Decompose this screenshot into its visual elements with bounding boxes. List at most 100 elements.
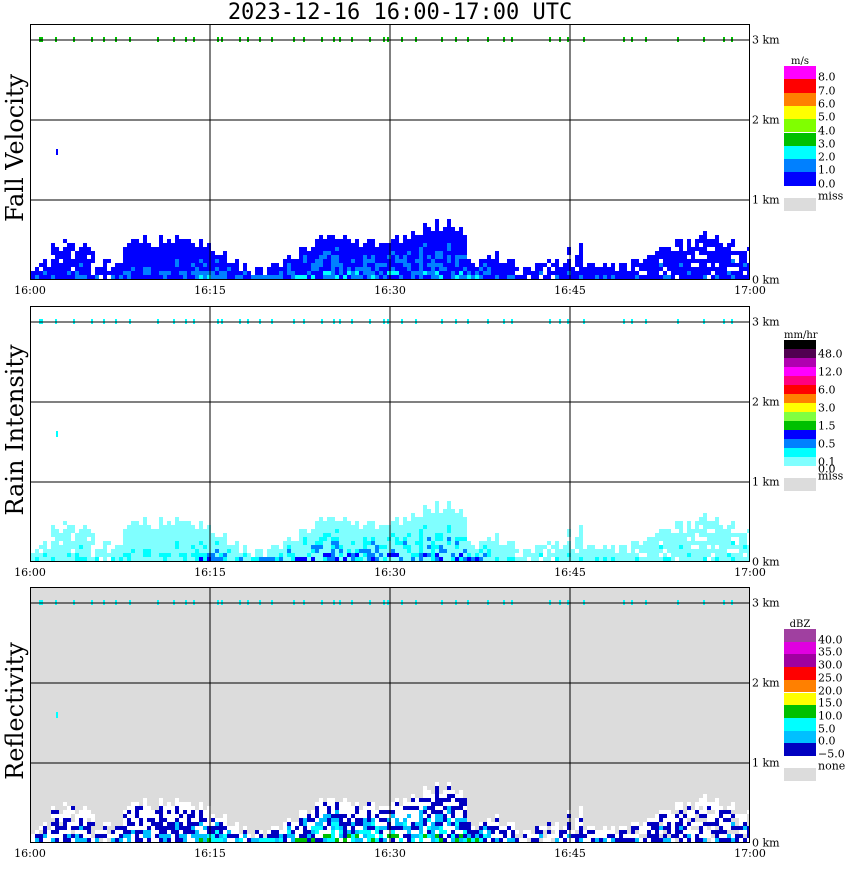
echo-cell bbox=[311, 263, 315, 267]
echo-cell bbox=[67, 541, 71, 545]
echo-cell bbox=[195, 541, 199, 545]
echo-cell bbox=[435, 227, 439, 231]
echo-cell bbox=[363, 275, 367, 279]
echo-cell bbox=[703, 549, 707, 553]
echo-cell bbox=[51, 553, 55, 557]
echo-cell bbox=[151, 255, 155, 259]
echo-cell bbox=[415, 541, 419, 545]
echo-cell bbox=[683, 822, 687, 826]
echo-cell bbox=[431, 529, 435, 533]
echo-cell bbox=[55, 263, 59, 267]
echo-cell bbox=[727, 822, 731, 826]
echo-cell bbox=[391, 549, 395, 553]
echo-cell bbox=[399, 271, 403, 275]
echo-cell bbox=[579, 529, 583, 533]
echo-cell bbox=[171, 259, 175, 263]
echo-cell bbox=[423, 537, 427, 541]
echo-cell bbox=[691, 533, 695, 537]
echo-cell bbox=[435, 247, 439, 251]
echo-cell bbox=[451, 239, 455, 243]
echo-cell bbox=[307, 814, 311, 818]
echo-cell bbox=[167, 802, 171, 806]
echo-cell bbox=[83, 263, 87, 267]
echo-cell bbox=[183, 545, 187, 549]
echo-cell bbox=[147, 806, 151, 810]
echo-cell bbox=[467, 267, 471, 271]
echo-cell bbox=[419, 271, 423, 275]
echo-cell bbox=[155, 818, 159, 822]
echo-cell bbox=[183, 541, 187, 545]
echo-cell bbox=[435, 517, 439, 521]
echo-cell bbox=[91, 533, 95, 537]
echo-cell bbox=[127, 545, 131, 549]
echo-cell bbox=[335, 263, 339, 267]
echo-cell bbox=[635, 557, 639, 561]
echo-cell bbox=[331, 235, 335, 239]
echo-cell bbox=[719, 814, 723, 818]
echo-cell bbox=[699, 263, 703, 267]
echo-cell bbox=[371, 830, 375, 834]
echo-cell bbox=[735, 826, 739, 830]
echo-cell bbox=[431, 255, 435, 259]
echo-cell bbox=[183, 247, 187, 251]
echo-cell bbox=[443, 267, 447, 271]
echo-cell bbox=[395, 239, 399, 243]
echo-cell bbox=[587, 263, 591, 267]
echo-cell bbox=[627, 275, 631, 279]
echo-cell bbox=[75, 541, 79, 545]
echo-cell bbox=[175, 259, 179, 263]
legend-missing-label: none bbox=[818, 759, 846, 773]
echo-cell bbox=[635, 834, 639, 838]
echo-cell bbox=[463, 798, 467, 802]
echo-cell bbox=[663, 275, 667, 279]
echo-cell bbox=[195, 275, 199, 279]
echo-cell bbox=[539, 826, 543, 830]
echo-cell bbox=[579, 557, 583, 561]
echo-cell bbox=[223, 834, 227, 838]
echo-cell bbox=[363, 806, 367, 810]
echo-cell bbox=[347, 529, 351, 533]
echo-cell bbox=[415, 239, 419, 243]
echo-cell bbox=[299, 826, 303, 830]
echo-cell bbox=[227, 838, 231, 842]
echo-cell bbox=[343, 557, 347, 561]
echo-cell bbox=[175, 533, 179, 537]
echo-cell bbox=[655, 822, 659, 826]
echo-cell bbox=[427, 521, 431, 525]
echo-cell bbox=[175, 255, 179, 259]
echo-cell bbox=[131, 834, 135, 838]
echo-cell bbox=[187, 521, 191, 525]
echo-cell bbox=[131, 255, 135, 259]
echo-cell bbox=[227, 545, 231, 549]
echo-cell bbox=[659, 830, 663, 834]
echo-cell bbox=[467, 838, 471, 842]
echo-cell bbox=[171, 810, 175, 814]
echo-cell bbox=[443, 275, 447, 279]
echo-cell bbox=[691, 557, 695, 561]
echo-cell bbox=[479, 549, 483, 553]
echo-cell bbox=[111, 553, 115, 557]
echo-cell bbox=[335, 525, 339, 529]
echo-cell bbox=[367, 521, 371, 525]
echo-cell bbox=[427, 537, 431, 541]
echo-cell bbox=[415, 271, 419, 275]
legend-swatch bbox=[784, 119, 816, 133]
x-tick-label: 16:15 bbox=[194, 847, 226, 860]
echo-cell bbox=[455, 838, 459, 842]
echo-cell bbox=[87, 830, 91, 834]
echo-cell bbox=[487, 537, 491, 541]
echo-cell bbox=[59, 537, 63, 541]
echo-cell bbox=[459, 513, 463, 517]
echo-cell bbox=[419, 806, 423, 810]
echo-cell bbox=[423, 243, 427, 247]
echo-cell bbox=[507, 553, 511, 557]
echo-cell bbox=[611, 271, 615, 275]
echo-cell bbox=[195, 263, 199, 267]
echo-cell bbox=[131, 822, 135, 826]
echo-cell bbox=[79, 247, 83, 251]
echo-cell bbox=[363, 549, 367, 553]
echo-cell bbox=[315, 838, 319, 842]
echo-cell bbox=[159, 271, 163, 275]
echo-cell bbox=[199, 529, 203, 533]
echo-cell bbox=[383, 529, 387, 533]
